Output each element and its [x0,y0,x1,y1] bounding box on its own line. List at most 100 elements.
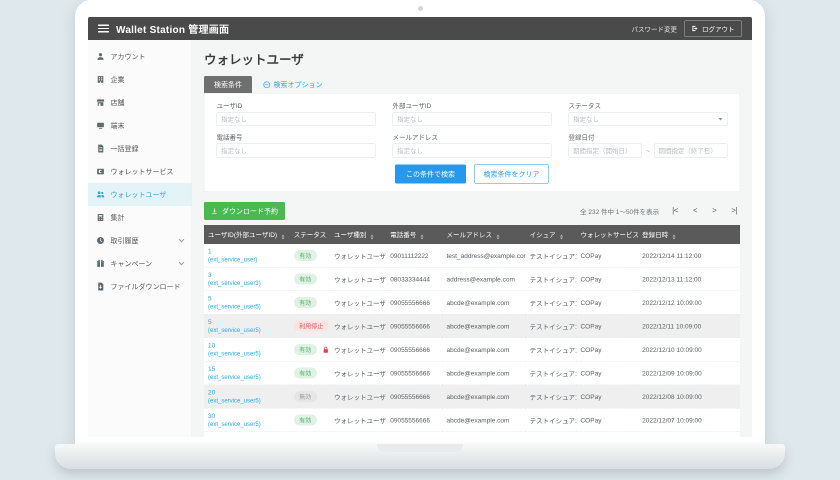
column-header[interactable]: イシュア [526,225,577,244]
issuer-cell: テストイシュア1 [526,267,577,291]
user-id-link[interactable]: 5 [208,294,286,303]
wallet-service-cell: COPay [576,408,638,432]
user-id-link[interactable]: 30 [208,412,286,421]
reg-date-start-input[interactable] [569,144,643,158]
phone-input[interactable] [217,144,376,158]
pagination-next-button[interactable]: > [712,207,716,216]
column-header-label: ユーザ種別 [334,231,366,239]
ext-user-id-link[interactable]: (ext_service_user5) [208,420,286,429]
user-id-link[interactable]: 3 [208,271,286,280]
wallet-users-icon [96,190,105,199]
wallet-service-cell: COPay [576,338,638,362]
user-type-cell: ウォレットユーザ [330,432,386,437]
pagination-last-button[interactable]: >| [731,207,737,216]
ext-user-id-link[interactable]: (ext_service_user5) [208,373,286,382]
sidebar-item[interactable]: 端末 [88,114,192,137]
terminal-icon [96,121,105,130]
status-select[interactable] [569,112,728,126]
registered-at-cell: 2022/12/07 10:09:00 [638,408,740,432]
sidebar-item[interactable]: 取引履歴 [88,229,192,252]
reg-date-end-input[interactable] [654,144,728,158]
column-header[interactable]: ウォレットサービス [576,225,638,244]
user-id-link[interactable]: 15 [208,365,286,374]
email-input[interactable] [393,144,552,158]
column-header[interactable]: ユーザ種別 [330,225,386,244]
sidebar-item[interactable]: 店舗 [88,91,192,114]
user-icon [96,52,105,61]
registered-at-cell: 2022/12/11 10:09:00 [638,314,740,338]
pagination-first-button[interactable]: |< [672,207,678,216]
issuer-cell: テストイシュア1 [526,432,577,437]
table-toolbar: ダウンロード予約 全 232 件中 1〜50件を表示 |< < > >| [204,202,740,220]
phone-cell: 09011112222 [386,244,442,267]
app-title: Wallet Station 管理画面 [116,21,229,36]
wallet-service-icon [96,167,105,176]
status-badge: 利用停止 [294,321,329,332]
search-clear-button[interactable]: 検索条件をクリア [474,165,549,184]
user-id-link[interactable]: 20 [208,388,286,397]
phone-cell: 09055556666 [386,338,442,362]
search-submit-button[interactable]: この条件で検索 [395,165,466,184]
status-select-input[interactable] [569,112,728,126]
sort-icon[interactable] [496,235,499,240]
main-content: ウォレットユーザ 検索条件 検索オプション [192,40,752,437]
chevron-down-icon [179,237,185,243]
lock-icon [322,346,330,354]
download-reserve-button[interactable]: ダウンロード予約 [204,202,285,220]
ext-user-id-link[interactable]: (ext_service_user) [208,256,286,265]
chevron-down-icon [179,260,185,266]
pagination-prev-button[interactable]: < [693,207,697,216]
column-header-label: イシュア [530,231,556,239]
ext-user-id-link[interactable]: (ext_service_user5) [208,397,286,406]
sidebar-item[interactable]: ファイルダウンロード [88,275,192,298]
file-download-icon [96,282,105,291]
sort-icon[interactable] [672,235,675,240]
ext-user-id-input[interactable] [393,112,552,126]
tab-search-conditions[interactable]: 検索条件 [204,76,252,93]
user-id-link[interactable]: 5 [208,318,286,327]
phone-cell: 09055556666 [386,432,442,437]
column-header[interactable]: ステータス [290,225,330,244]
user-id-link[interactable]: 10 [208,341,286,350]
wallet-service-cell: COPay [576,314,638,338]
sidebar-item[interactable]: ウォレットサービス [88,160,192,183]
sidebar-item[interactable]: 一括登録 [88,137,192,160]
status-badge: 有効 [294,344,317,355]
sidebar-item[interactable]: ウォレットユーザ [88,183,192,206]
column-header[interactable]: メールアドレス [443,225,526,244]
sidebar-item[interactable]: 企業 [88,68,192,91]
user-id-link[interactable]: 50 [208,435,286,437]
password-change-link[interactable]: パスワード変更 [631,24,677,34]
column-header-label: 電話番号 [390,231,416,239]
webcam-icon [418,6,423,11]
phone-cell: 09055556666 [386,291,442,315]
ext-user-id-link[interactable]: (ext_service_user5) [208,350,286,359]
status-badge: 有効 [294,250,317,261]
ext-user-id-link[interactable]: (ext_service_user3) [208,279,286,288]
column-header[interactable]: 電話番号 [386,225,442,244]
column-header[interactable]: ユーザID(外部ユーザID) [204,225,290,244]
user-id-link[interactable]: 1 [208,247,286,256]
menu-icon[interactable] [98,25,109,33]
ext-user-id-link[interactable]: (ext_service_user5) [208,326,286,335]
email-cell: abcde@example.com [443,408,526,432]
sort-icon[interactable] [421,235,424,240]
column-header[interactable]: 登録日時 [638,225,740,244]
sort-icon[interactable] [371,235,374,240]
phone-cell: 09055556666 [386,314,442,338]
logout-button[interactable]: ログアウト [684,20,742,37]
sort-icon[interactable] [560,235,563,240]
ext-user-id-link[interactable]: (ext_service_user5) [208,303,286,312]
sidebar-item[interactable]: キャンペーン [88,252,192,275]
sidebar-item[interactable]: アカウント [88,45,192,68]
table-row: 15 (ext_service_user5) 有効 [204,361,740,385]
sort-icon[interactable] [281,235,284,240]
status-badge: 有効 [294,368,317,379]
table-row: 20 (ext_service_user5) 無効 [204,385,740,409]
table-row: 1 (ext_service_user) 有効 [204,244,740,267]
phone-cell: 09055556666 [386,385,442,409]
user-id-input[interactable] [217,112,376,126]
search-options-link[interactable]: 検索オプション [263,80,323,90]
sidebar-item[interactable]: 集計 [88,206,192,229]
phone-cell: 08033334444 [386,267,442,291]
